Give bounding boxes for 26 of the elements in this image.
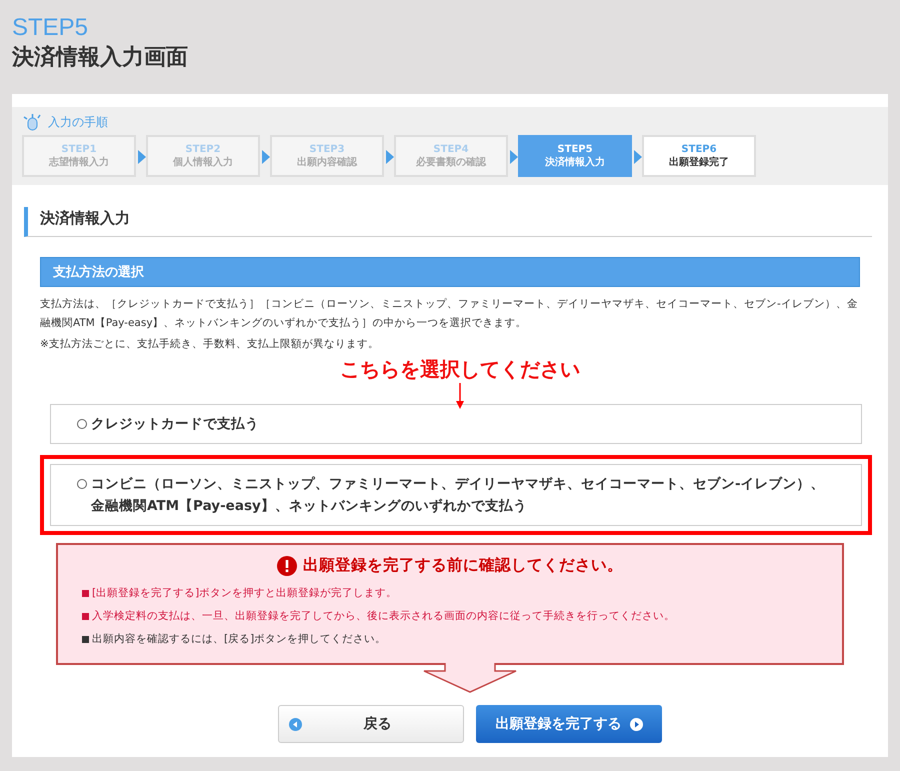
down-arrow-icon bbox=[455, 383, 465, 409]
step-label: STEP5 bbox=[12, 14, 90, 42]
progress-title: 入力の手順 bbox=[48, 114, 108, 130]
note-text: ※支払方法ごとに、支払手続き、手数料、支払上限額が異なります。 bbox=[40, 337, 380, 352]
annotation-text: こちらを選択してください bbox=[340, 356, 580, 383]
radio-button[interactable] bbox=[77, 479, 87, 489]
section-heading: 決済情報入力 bbox=[24, 207, 872, 237]
subsection-heading: 支払方法の選択 bbox=[40, 257, 860, 287]
notice-title: 出願登録を完了する前に確認してください。 bbox=[303, 555, 623, 576]
progress-step: STEP6 出願登録完了 bbox=[642, 135, 756, 177]
chevron-icon bbox=[634, 150, 642, 164]
submit-button[interactable]: 出願登録を完了する bbox=[476, 705, 662, 743]
description-text: 支払方法は、［クレジットカードで支払う］［コンビニ（ローソン、ミニストップ、ファミリーマート、デイリーヤマザキ、セイコーマート、セブン-イレブン）、金融機関ATM【Pay-easy】、ネットバンキングのいずれかで支払う］の中から一つを選択できます。 bbox=[40, 297, 859, 331]
notice-item: 入学検定料の支払は、一旦、出願登録を完了してから、後に表示される画面の内容に従って手続きを行ってください。 bbox=[92, 609, 675, 624]
chevron-icon bbox=[262, 150, 270, 164]
notice-item: 出願内容を確認するには、[戻る]ボタンを押してください。 bbox=[92, 632, 386, 647]
back-button[interactable]: 戻る bbox=[278, 705, 464, 743]
payment-option[interactable]: コンビニ（ローソン、ミニストップ、ファミリーマート、デイリーヤマザキ、セイコーマート、セブン-イレブン）、金融機関ATM【Pay-easy】、ネットバンキングのいずれかで支払う bbox=[50, 464, 862, 526]
notice-item: [出願登録を完了する]ボタンを押すと出願登録が完了します。 bbox=[92, 586, 398, 601]
chevron-icon bbox=[138, 150, 146, 164]
radio-button[interactable] bbox=[77, 419, 87, 429]
chevron-icon bbox=[510, 150, 518, 164]
chevron-icon bbox=[386, 150, 394, 164]
payment-option[interactable]: クレジットカードで支払う bbox=[50, 404, 862, 444]
alert-icon bbox=[277, 556, 297, 576]
page-title: 決済情報入力画面 bbox=[12, 44, 189, 72]
